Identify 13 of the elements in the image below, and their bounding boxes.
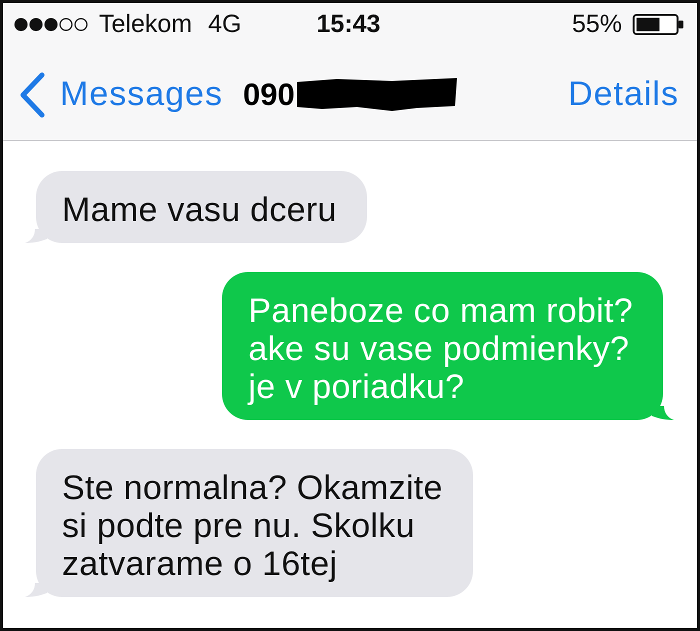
signal-dots-icon (12, 16, 90, 32)
chevron-left-icon (18, 72, 46, 118)
message-bubble: Paneboze co mam robit? ake su vase podmienky? je v poriadku? (222, 272, 663, 420)
battery-percent: 55% (572, 12, 622, 36)
details-button[interactable]: Details (568, 75, 679, 114)
network-type: 4G (208, 12, 242, 36)
back-button[interactable]: Messages (18, 72, 223, 118)
contact-number: 090 (242, 76, 295, 112)
message-bubble: Ste normalna? Okamzite si podte pre nu. Skolku zatvarame o 16tej (36, 449, 473, 597)
message-bubble: Mame vasu dceru (36, 171, 367, 243)
battery-icon (632, 14, 685, 34)
carrier-name: Telekom (99, 12, 192, 36)
status-time: 15:43 (316, 12, 380, 36)
